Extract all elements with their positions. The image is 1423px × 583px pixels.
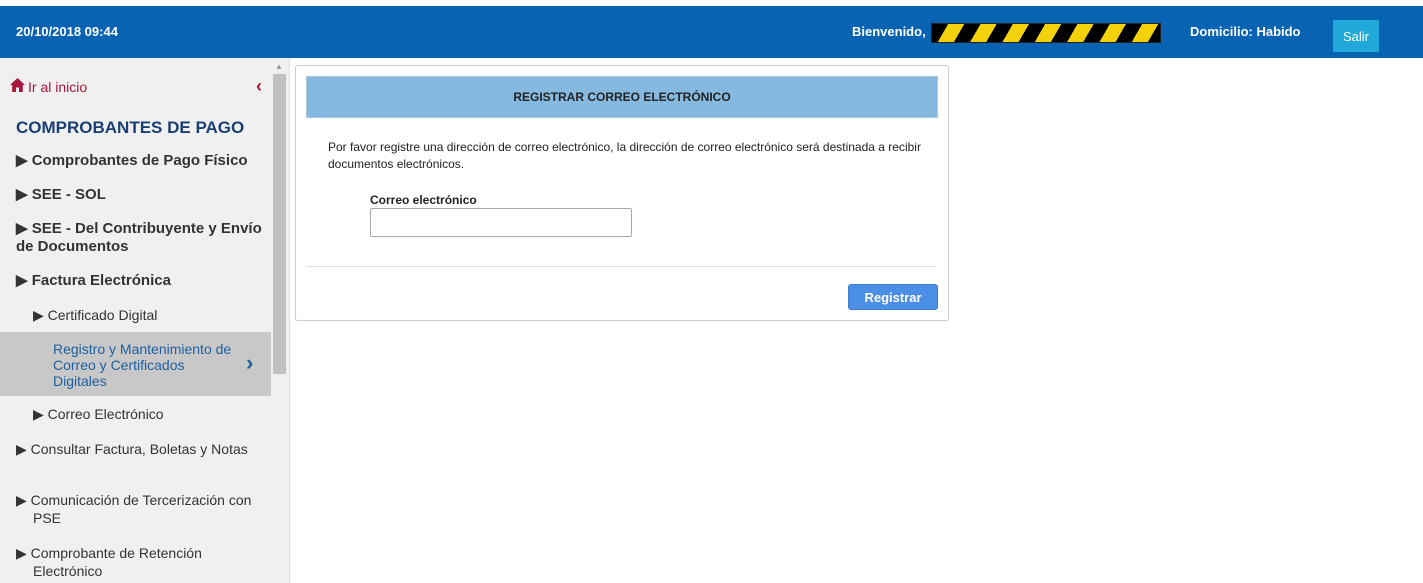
scroll-up-icon[interactable]: ▲: [275, 62, 283, 71]
sidebar-item-label: SEE - SOL: [31, 186, 106, 203]
sidebar-item-registro-correo-active[interactable]: Registro y Mantenimiento de Correo y Cer…: [0, 332, 271, 396]
sidebar-item-factura-electronica[interactable]: ▶ Factura Electrónica: [16, 272, 266, 290]
chevron-right-icon: ›: [246, 350, 254, 375]
home-link[interactable]: Ir al inicio: [10, 78, 87, 95]
sidebar-item-retencion-electronico[interactable]: ▶ Comprobante de Retención Electrónico: [16, 544, 273, 580]
sidebar-item-certificado-digital[interactable]: ▶ Certificado Digital: [33, 306, 263, 324]
sidebar-scrollbar[interactable]: ▲: [271, 58, 288, 583]
redacted-username: [931, 23, 1161, 43]
sidebar-item-comunicacion-pse[interactable]: ▶ Comunicación de Tercerización con PSE: [16, 491, 273, 527]
sidebar-item-label: Comunicación de Tercerización con PSE: [30, 492, 252, 526]
sidebar-item-label: Registro y Mantenimiento de Correo y Cer…: [53, 341, 232, 389]
sidebar-item-label: SEE - Del Contribuyente y Envío de Docum…: [16, 220, 262, 255]
email-label: Correo electrónico: [370, 193, 477, 207]
sidebar-item-label: Correo Electrónico: [47, 406, 164, 422]
panel-title: REGISTRAR CORREO ELECTRÓNICO: [306, 76, 938, 118]
panel-divider: [306, 266, 936, 267]
sidebar-item-comprobantes-fisico[interactable]: ▶ Comprobantes de Pago Físico: [16, 152, 266, 170]
sidebar-item-label: Factura Electrónica: [31, 272, 171, 289]
logout-button[interactable]: Salir: [1333, 20, 1379, 52]
register-email-panel: REGISTRAR CORREO ELECTRÓNICO Por favor r…: [295, 65, 949, 321]
sidebar-item-label: Comprobantes de Pago Físico: [31, 152, 248, 169]
sidebar-item-label: Consultar Factura, Boletas y Notas: [30, 441, 248, 457]
sidebar: Ir al inicio ‹ COMPROBANTES DE PAGO ▶ Co…: [0, 58, 290, 583]
sidebar-item-see-contribuyente[interactable]: ▶ SEE - Del Contribuyente y Envío de Doc…: [16, 220, 266, 256]
register-button[interactable]: Registrar: [848, 284, 938, 310]
sidebar-item-correo-electronico[interactable]: ▶ Correo Electrónico: [33, 405, 263, 423]
domicilio-status: Domicilio: Habido: [1190, 24, 1301, 39]
home-link-label: Ir al inicio: [28, 78, 88, 95]
sidebar-menu: Ir al inicio ‹ COMPROBANTES DE PAGO ▶ Co…: [0, 58, 271, 583]
scrollbar-thumb[interactable]: [273, 74, 286, 374]
sidebar-item-see-sol[interactable]: ▶ SEE - SOL: [16, 186, 266, 204]
sidebar-item-label: Comprobante de Retención Electrónico: [30, 545, 202, 579]
collapse-sidebar-icon[interactable]: ‹: [256, 76, 262, 97]
panel-description: Por favor registre una dirección de corr…: [328, 140, 921, 171]
email-field[interactable]: [370, 208, 632, 237]
top-bar: 20/10/2018 09:44 Bienvenido, Domicilio: …: [0, 6, 1423, 58]
home-icon: [10, 78, 25, 95]
sidebar-item-consultar-factura[interactable]: ▶ Consultar Factura, Boletas y Notas: [16, 440, 273, 458]
session-datetime: 20/10/2018 09:44: [16, 24, 118, 39]
section-title: COMPROBANTES DE PAGO: [16, 118, 245, 137]
welcome-label: Bienvenido,: [852, 24, 926, 39]
sidebar-item-label: Certificado Digital: [47, 307, 158, 323]
